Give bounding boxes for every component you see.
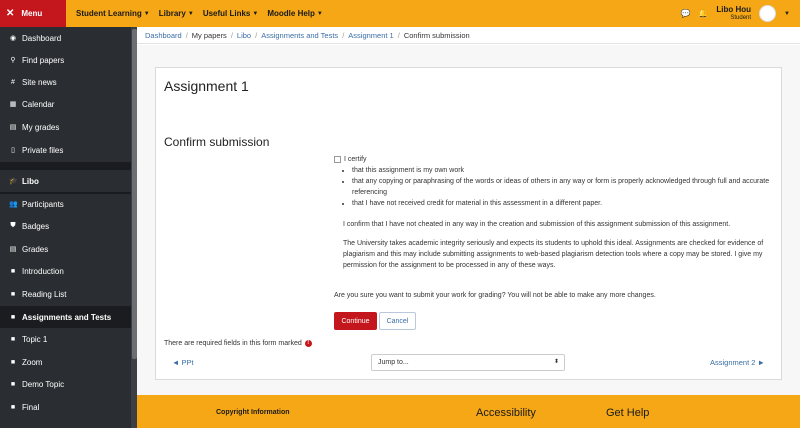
hashtag-icon: # (11, 78, 15, 86)
sidebar: ◉ Dashboard ⚲ Find papers # Site news ▦ Cale… (0, 27, 137, 428)
breadcrumb-separator: / (230, 30, 233, 40)
folder-icon: ■ (10, 335, 16, 343)
sidebar-item-assignments-and-tests[interactable]: ■ Assignments and Tests (0, 306, 131, 328)
top-nav-links: Student Learning ▼ Library ▼ Useful Links ▼… (76, 9, 332, 18)
confirm-statement: I confirm that I have not cheated in any… (343, 221, 731, 228)
jump-to-value: Jump to... (378, 359, 409, 366)
footer-accessibility-link[interactable]: Accessibility (476, 407, 536, 419)
folder-icon: ■ (10, 403, 16, 411)
menu-toggle-button[interactable]: ✕ Menu (0, 0, 66, 27)
required-icon: ! (304, 340, 312, 347)
next-activity-link[interactable]: Assignment 2 ► (710, 358, 765, 367)
required-fields-text: There are required fields in this form m… (164, 340, 302, 347)
breadcrumb: Dashboard / My papers / Libo / Assignmen… (137, 27, 800, 44)
notifications-icon[interactable]: 🔔 (698, 9, 708, 18)
certify-block: I certify that this assignment is my own… (334, 154, 774, 209)
sidebar-item-zoom[interactable]: ■ Zoom (0, 351, 131, 373)
top-navbar: ✕ Menu Student Learning ▼ Library ▼ Useful… (0, 0, 800, 27)
caret-down-icon: ▼ (316, 10, 323, 17)
section-title: Confirm submission (164, 135, 270, 149)
jump-to-select[interactable]: Jump to... ⬍ (371, 354, 565, 371)
sidebar-item-topic-1[interactable]: ■ Topic 1 (0, 328, 131, 350)
user-role: Student (730, 14, 752, 21)
page-title: Assignment 1 (164, 78, 249, 94)
continue-button[interactable]: Continue (334, 312, 377, 330)
nav-moodle-help[interactable]: Moodle Help ▼ (267, 9, 323, 18)
breadcrumb-libo[interactable]: Libo (237, 31, 251, 40)
breadcrumb-separator: / (185, 30, 188, 40)
certify-checkbox[interactable] (334, 155, 341, 163)
sidebar-item-calendar[interactable]: ▦ Calendar (0, 93, 131, 115)
prev-activity-link[interactable]: ◄ PPt (172, 358, 194, 367)
messages-icon[interactable]: 💬 (680, 9, 690, 18)
file-icon: ▯ (11, 147, 15, 154)
sidebar-item-badges[interactable]: ⛊ Badges (0, 215, 131, 237)
sidebar-item-dashboard[interactable]: ◉ Dashboard (0, 27, 131, 49)
nav-useful-links[interactable]: Useful Links ▼ (203, 9, 259, 18)
certify-label: I certify (344, 156, 367, 163)
breadcrumb-separator: / (255, 30, 258, 40)
list-item: that I have not received credit for mate… (352, 198, 774, 209)
shield-icon: ⛊ (10, 222, 16, 229)
submit-question: Are you sure you want to submit your wor… (334, 292, 656, 299)
caret-down-icon: ▼ (187, 10, 194, 17)
sidebar-item-site-news[interactable]: # Site news (0, 71, 131, 93)
footer-copyright-link[interactable]: Copyright Information (216, 409, 290, 416)
breadcrumb-assignments-and-tests[interactable]: Assignments and Tests (261, 31, 338, 40)
sidebar-item-my-grades[interactable]: ▤ My grades (0, 116, 131, 138)
caret-down-icon: ▼ (143, 10, 150, 17)
sidebar-item-course-libo[interactable]: 🎓 Libo (0, 170, 131, 192)
table-icon: ▤ (9, 246, 17, 253)
certify-list: that this assignment is my own work that… (352, 165, 774, 209)
folder-icon: ■ (10, 380, 16, 388)
graduation-cap-icon: 🎓 (9, 178, 18, 185)
sidebar-item-find-papers[interactable]: ⚲ Find papers (0, 49, 131, 71)
sidebar-item-grades[interactable]: ▤ Grades (0, 238, 131, 260)
certify-checkbox-row[interactable]: I certify (334, 154, 774, 165)
breadcrumb-separator: / (342, 30, 345, 40)
menu-label: Menu (21, 9, 43, 18)
nav-library[interactable]: Library ▼ (159, 9, 194, 18)
folder-icon: ■ (10, 358, 16, 366)
user-area: 💬 🔔 Libo Hou Student ▼ (680, 0, 790, 27)
list-item: that any copying or paraphrasing of the … (352, 176, 774, 198)
caret-down-icon: ▼ (252, 10, 259, 17)
sidebar-item-introduction[interactable]: ■ Introduction (0, 260, 131, 282)
required-fields-note: There are required fields in this form m… (164, 340, 312, 347)
integrity-statement: The University takes academic integrity … (343, 240, 764, 269)
search-icon: ⚲ (10, 57, 16, 64)
chevron-updown-icon: ⬍ (553, 359, 559, 365)
breadcrumb-assignment-1[interactable]: Assignment 1 (348, 31, 393, 40)
cancel-button[interactable]: Cancel (379, 312, 416, 330)
footer: Copyright Information Accessibility Get … (137, 395, 800, 428)
sidebar-item-private-files[interactable]: ▯ Private files (0, 139, 131, 161)
footer-help-link[interactable]: Get Help (606, 407, 649, 419)
list-item: that this assignment is my own work (352, 165, 774, 176)
table-icon: ▤ (9, 124, 17, 131)
folder-icon: ■ (10, 290, 16, 298)
breadcrumb-dashboard[interactable]: Dashboard (145, 31, 182, 40)
dashboard-icon: ◉ (9, 35, 17, 42)
nav-student-learning[interactable]: Student Learning ▼ (76, 9, 150, 18)
sidebar-divider (0, 162, 131, 170)
folder-icon: ■ (10, 313, 16, 321)
breadcrumb-separator: / (397, 30, 400, 40)
sidebar-item-participants[interactable]: 👥 Participants (0, 193, 131, 215)
close-icon: ✕ (6, 8, 15, 19)
user-menu[interactable]: Libo Hou Student (716, 4, 752, 21)
folder-icon: ■ (10, 267, 16, 275)
sidebar-item-reading-list[interactable]: ■ Reading List (0, 283, 131, 305)
sidebar-item-final[interactable]: ■ Final (0, 396, 131, 418)
avatar[interactable] (759, 5, 777, 22)
breadcrumb-current: Confirm submission (403, 30, 470, 40)
caret-down-icon[interactable]: ▼ (784, 11, 790, 17)
breadcrumb-my-papers: My papers (191, 30, 227, 40)
users-icon: 👥 (9, 201, 18, 208)
user-name: Libo Hou (716, 4, 752, 14)
calendar-icon: ▦ (9, 101, 17, 108)
sidebar-item-demo-topic[interactable]: ■ Demo Topic (0, 373, 131, 395)
